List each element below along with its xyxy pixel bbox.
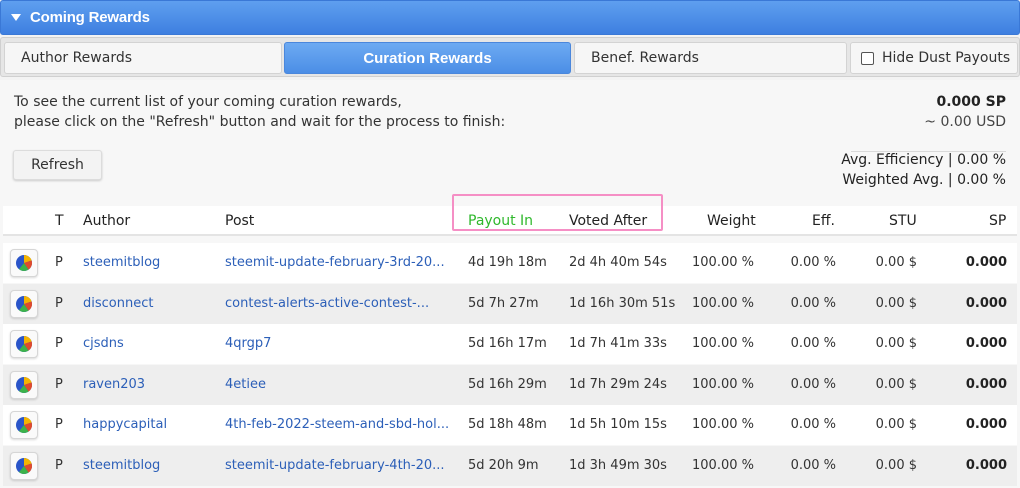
pie-chart-icon[interactable] bbox=[10, 290, 38, 318]
row-type: P bbox=[55, 458, 63, 473]
pie-chart-icon[interactable] bbox=[10, 330, 38, 358]
row-voted-after: 1d 16h 30m 51s bbox=[569, 296, 676, 311]
row-weight: 100.00 % bbox=[692, 458, 754, 473]
row-type: P bbox=[55, 336, 63, 351]
pie-chart-icon[interactable] bbox=[10, 411, 38, 439]
row-payout-in: 5d 7h 27m bbox=[468, 296, 539, 311]
row-author-link[interactable]: disconnect bbox=[83, 296, 153, 311]
refresh-button[interactable]: Refresh bbox=[13, 150, 102, 180]
tab-curation-rewards[interactable]: Curation Rewards bbox=[284, 42, 571, 74]
table-row: Psteemitblog steemit-update-february-3rd-… bbox=[3, 243, 1017, 283]
row-payout-in: 5d 18h 48m bbox=[468, 417, 547, 432]
row-voted-after: 2d 4h 40m 54s bbox=[569, 255, 667, 270]
row-author-link[interactable]: happycapital bbox=[83, 417, 167, 432]
row-voted-after: 1d 5h 10m 15s bbox=[569, 417, 667, 432]
row-eff: 0.00 % bbox=[790, 417, 836, 432]
row-post-link[interactable]: 4etiee bbox=[225, 377, 266, 392]
row-author-link[interactable]: cjsdns bbox=[83, 336, 124, 351]
hide-dust-checkbox[interactable] bbox=[861, 51, 874, 65]
row-eff: 0.00 % bbox=[790, 296, 836, 311]
header-title: Coming Rewards bbox=[30, 9, 150, 26]
row-author-link[interactable]: raven203 bbox=[83, 377, 145, 392]
row-stu: 0.00 $ bbox=[875, 296, 917, 311]
weighted-avg: Weighted Avg. | 0.00 % bbox=[842, 172, 1006, 188]
row-sp: 0.000 bbox=[965, 417, 1007, 432]
row-stu: 0.00 $ bbox=[875, 336, 917, 351]
row-voted-after: 1d 3h 49m 30s bbox=[569, 458, 667, 473]
row-sp: 0.000 bbox=[965, 296, 1007, 311]
table-row: Pcjsdns 4qrgp7 5d 16h 17m 1d 7h 41m 33s 100.… bbox=[3, 324, 1017, 364]
table-row: Psteemitblog steemit-update-february-4th-… bbox=[3, 446, 1017, 486]
col-weight[interactable]: Weight bbox=[707, 213, 756, 229]
row-voted-after: 1d 7h 29m 24s bbox=[569, 377, 667, 392]
row-weight: 100.00 % bbox=[692, 377, 754, 392]
avg-efficiency: Avg. Efficiency | 0.00 % bbox=[841, 152, 1006, 168]
table-row: Praven203 4etiee 5d 16h 29m 1d 7h 29m 24s 10… bbox=[3, 365, 1017, 405]
row-stu: 0.00 $ bbox=[875, 458, 917, 473]
col-sp[interactable]: SP bbox=[989, 213, 1006, 229]
row-type: P bbox=[55, 255, 63, 270]
total-sp: 0.000 SP bbox=[936, 94, 1006, 110]
col-post[interactable]: Post bbox=[225, 213, 254, 229]
row-payout-in: 5d 20h 9m bbox=[468, 458, 539, 473]
row-post-link[interactable]: 4qrgp7 bbox=[225, 336, 271, 351]
row-post-link[interactable]: steemit-update-february-4th-20... bbox=[225, 458, 445, 473]
row-eff: 0.00 % bbox=[790, 255, 836, 270]
triangle-down-icon[interactable] bbox=[11, 14, 21, 21]
row-weight: 100.00 % bbox=[692, 336, 754, 351]
curation-panel: To see the current list of your coming c… bbox=[0, 80, 1020, 488]
row-stu: 0.00 $ bbox=[875, 255, 917, 270]
col-type[interactable]: T bbox=[55, 213, 64, 229]
tab-author-rewards[interactable]: Author Rewards bbox=[4, 42, 282, 74]
table-row: Pdisconnect contest-alerts-active-contest… bbox=[3, 284, 1017, 324]
row-author-link[interactable]: steemitblog bbox=[83, 458, 160, 473]
table-row: Phappycapital 4th-feb-2022-steem-and-sbd-… bbox=[3, 405, 1017, 445]
row-payout-in: 5d 16h 29m bbox=[468, 377, 547, 392]
row-post-link[interactable]: 4th-feb-2022-steem-and-sbd-hol... bbox=[225, 417, 449, 432]
col-eff[interactable]: Eff. bbox=[812, 213, 835, 229]
row-type: P bbox=[55, 377, 63, 392]
totals-summary: 0.000 SP ~ 0.00 USD bbox=[851, 92, 1006, 152]
row-type: P bbox=[55, 417, 63, 432]
total-usd: ~ 0.00 USD bbox=[924, 114, 1006, 130]
row-sp: 0.000 bbox=[965, 458, 1007, 473]
row-post-link[interactable]: contest-alerts-active-contest-... bbox=[225, 296, 429, 311]
row-weight: 100.00 % bbox=[692, 296, 754, 311]
tab-benef-rewards[interactable]: Benef. Rewards bbox=[574, 42, 847, 74]
row-type: P bbox=[55, 296, 63, 311]
row-eff: 0.00 % bbox=[790, 458, 836, 473]
row-sp: 0.000 bbox=[965, 377, 1007, 392]
rewards-tab-bar: Author Rewards Curation Rewards Benef. R… bbox=[0, 37, 1020, 77]
row-weight: 100.00 % bbox=[692, 255, 754, 270]
hide-dust-toggle[interactable]: Hide Dust Payouts bbox=[850, 42, 1018, 74]
instructions-text: To see the current list of your coming c… bbox=[14, 92, 505, 132]
row-author-link[interactable]: steemitblog bbox=[83, 255, 160, 270]
row-weight: 100.00 % bbox=[692, 417, 754, 432]
row-payout-in: 5d 16h 17m bbox=[468, 336, 547, 351]
row-voted-after: 1d 7h 41m 33s bbox=[569, 336, 667, 351]
row-eff: 0.00 % bbox=[790, 336, 836, 351]
col-author[interactable]: Author bbox=[83, 213, 130, 229]
pie-chart-icon[interactable] bbox=[10, 452, 38, 480]
row-sp: 0.000 bbox=[965, 336, 1007, 351]
efficiency-summary: Avg. Efficiency | 0.00 % Weighted Avg. |… bbox=[841, 150, 1006, 190]
coming-rewards-header[interactable]: Coming Rewards bbox=[0, 0, 1020, 35]
pie-chart-icon[interactable] bbox=[10, 249, 38, 277]
col-stu[interactable]: STU bbox=[889, 213, 917, 229]
row-payout-in: 4d 19h 18m bbox=[468, 255, 547, 270]
hide-dust-label: Hide Dust Payouts bbox=[882, 50, 1011, 66]
row-sp: 0.000 bbox=[965, 255, 1007, 270]
instructions-line-1: To see the current list of your coming c… bbox=[14, 94, 402, 110]
row-stu: 0.00 $ bbox=[875, 377, 917, 392]
row-stu: 0.00 $ bbox=[875, 417, 917, 432]
row-eff: 0.00 % bbox=[790, 377, 836, 392]
highlight-box bbox=[452, 194, 663, 231]
pie-chart-icon[interactable] bbox=[10, 371, 38, 399]
instructions-line-2: please click on the "Refresh" button and… bbox=[14, 114, 506, 130]
row-post-link[interactable]: steemit-update-february-3rd-20... bbox=[225, 255, 445, 270]
